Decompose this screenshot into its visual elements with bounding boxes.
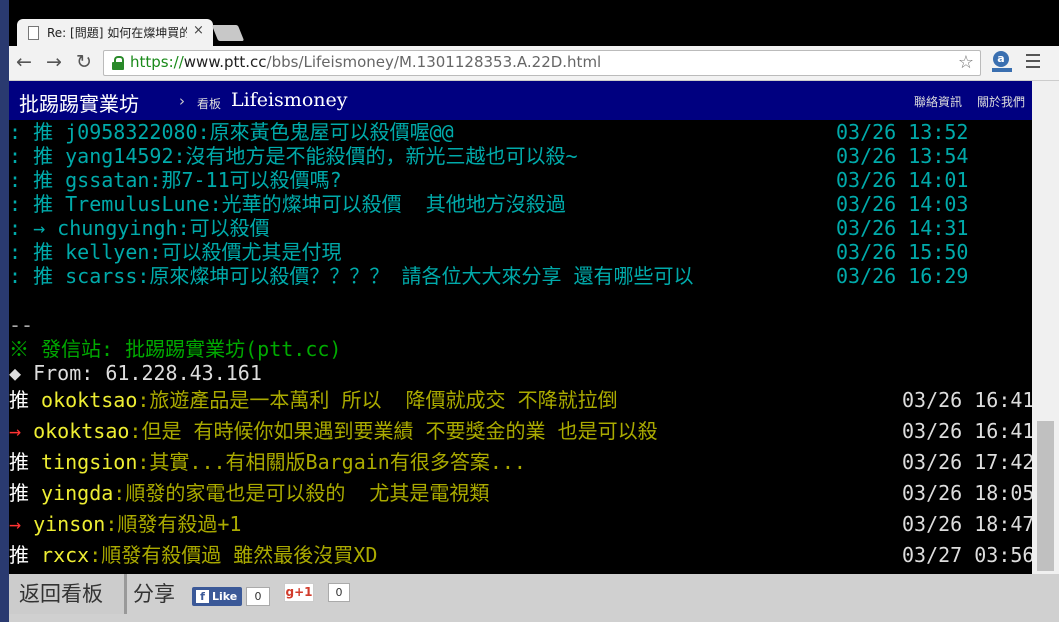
push-tag: 推: [9, 450, 29, 474]
from-line: ◆ From: 61.228.43.161: [9, 361, 262, 385]
bottom-bar: 返回看板 分享 f Like 0 g+1 0: [9, 574, 1059, 622]
push-row: → yinson:順發有殺過+1 03/26 18:47: [9, 512, 1035, 536]
back-to-board-button[interactable]: 返回看板: [9, 574, 127, 614]
scrollbar-thumb[interactable]: [1037, 421, 1054, 571]
google-plus-button[interactable]: g+1: [284, 583, 314, 602]
arrow-tag: →: [9, 419, 22, 443]
facebook-like-count: 0: [246, 587, 270, 606]
signature-divider: --: [9, 313, 34, 337]
desktop-edge: [0, 0, 9, 622]
push-content: :其實...有相關版Bargain有很多答案...: [137, 450, 526, 474]
extension-icon[interactable]: a: [992, 51, 1012, 73]
close-icon[interactable]: ×: [193, 23, 204, 38]
push-time: 03/26 17:42: [902, 450, 1035, 474]
bookmark-star-icon[interactable]: ☆: [958, 52, 974, 73]
quoted-push-line: : 推 yang14592:沒有地方是不能殺價的，新光三越也可以殺~ 03/26 …: [9, 144, 969, 168]
quoted-push-line: : 推 j0958322080:原來黃色鬼屋可以殺價喔@@ 03/26 13:52: [9, 120, 969, 144]
quoted-push-line: : 推 kellyen:可以殺價尤其是付現 03/26 15:50: [9, 240, 969, 264]
lock-icon: [112, 56, 124, 70]
tab-title: Re: [問題] 如何在燦坤買的: [47, 26, 187, 40]
address-bar[interactable]: https://www.ptt.cc/bbs/Lifeismoney/M.130…: [103, 50, 981, 76]
arrow-tag: →: [9, 512, 22, 536]
push-user: tingsion: [41, 450, 138, 474]
menu-icon[interactable]: [1026, 54, 1040, 72]
url-text: https://www.ptt.cc/bbs/Lifeismoney/M.130…: [130, 53, 602, 71]
push-content: :順發的家電也是可以殺的 尤其是電視類: [113, 481, 490, 505]
new-tab-button[interactable]: [211, 25, 245, 41]
reload-icon[interactable]: ↻: [73, 51, 95, 73]
push-row: → okoktsao:但是 有時候你如果遇到要業績 不要獎金的業 也是可以殺 03…: [9, 419, 1035, 443]
google-plus-count: 0: [328, 583, 350, 602]
back-arrow-icon[interactable]: ←: [13, 51, 35, 73]
push-content: :順發有殺過+1: [105, 512, 242, 536]
push-user: okoktsao: [41, 388, 138, 412]
push-time: 03/26 16:41: [902, 388, 1035, 412]
vertical-scrollbar[interactable]: [1032, 81, 1059, 574]
push-time: 03/26 18:05: [902, 481, 1035, 505]
push-user: rxcx: [41, 543, 90, 567]
push-user: yinson: [33, 512, 106, 536]
facebook-icon: f: [196, 590, 209, 603]
origin-line: ※ 發信站: 批踢踢實業坊(ptt.cc): [9, 337, 342, 361]
board-label: 看板: [197, 97, 222, 111]
push-content: :順發有殺價過 雖然最後沒買XD: [89, 543, 378, 567]
breadcrumb-separator: ›: [179, 92, 185, 110]
push-time: 03/27 03:56: [902, 543, 1035, 567]
page-viewport: 批踢踢實業坊 › 看板 Lifeismoney 聯絡資訊 關於我們 : 推 j0…: [9, 81, 1059, 622]
facebook-like-button[interactable]: f Like: [192, 587, 242, 606]
push-content: :但是 有時候你如果遇到要業績 不要獎金的業 也是可以殺: [129, 419, 658, 443]
article-content: : 推 j0958322080:原來黃色鬼屋可以殺價喔@@ 03/26 13:52…: [9, 120, 1035, 574]
push-time: 03/26 18:47: [902, 512, 1035, 536]
quoted-push-line: : 推 scarss:原來燦坤可以殺價？？？？ 請各位大大來分享 還有哪些可以 0…: [9, 264, 969, 288]
push-row: 推 rxcx:順發有殺價過 雖然最後沒買XD 03/27 03:56: [9, 543, 1035, 567]
push-user: yingda: [41, 481, 114, 505]
push-user: okoktsao: [33, 419, 130, 443]
tab-strip: Re: [問題] 如何在燦坤買的 ×: [9, 0, 1059, 46]
push-row: 推 okoktsao:旅遊產品是一本萬利 所以 降價就成交 不降就拉倒 03/26…: [9, 388, 1035, 412]
board-name-link[interactable]: Lifeismoney: [231, 89, 347, 111]
quoted-push-line: : 推 gssatan:那7-11可以殺價嗎? 03/26 14:01: [9, 168, 969, 192]
push-tag: 推: [9, 481, 29, 505]
quoted-push-line: : 推 TremulusLune:光華的燦坤可以殺價 其他地方沒殺過 03/26 …: [9, 192, 969, 216]
push-row: 推 tingsion:其實...有相關版Bargain有很多答案... 03/26…: [9, 450, 1035, 474]
push-row: 推 yingda:順發的家電也是可以殺的 尤其是電視類 03/26 18:05: [9, 481, 1035, 505]
quoted-push-line: : → chungyingh:可以殺價 03/26 14:31: [9, 216, 969, 240]
browser-toolbar: ← → ↻ https://www.ptt.cc/bbs/Lifeismoney…: [9, 46, 1059, 81]
browser-window: Re: [問題] 如何在燦坤買的 × ← → ↻ https://www.ptt…: [9, 0, 1059, 622]
push-tag: 推: [9, 543, 29, 567]
site-title-link[interactable]: 批踢踢實業坊: [19, 88, 139, 117]
ptt-header: 批踢踢實業坊 › 看板 Lifeismoney 聯絡資訊 關於我們: [9, 81, 1032, 120]
contact-link[interactable]: 聯絡資訊: [914, 93, 962, 110]
share-label: 分享: [133, 582, 175, 606]
about-link[interactable]: 關於我們: [977, 93, 1025, 110]
active-tab[interactable]: Re: [問題] 如何在燦坤買的 ×: [17, 19, 213, 46]
push-content: :旅遊產品是一本萬利 所以 降價就成交 不降就拉倒: [137, 388, 618, 412]
page-icon: [28, 26, 39, 40]
push-time: 03/26 16:41: [902, 419, 1035, 443]
forward-arrow-icon[interactable]: →: [43, 51, 65, 73]
push-tag: 推: [9, 388, 29, 412]
